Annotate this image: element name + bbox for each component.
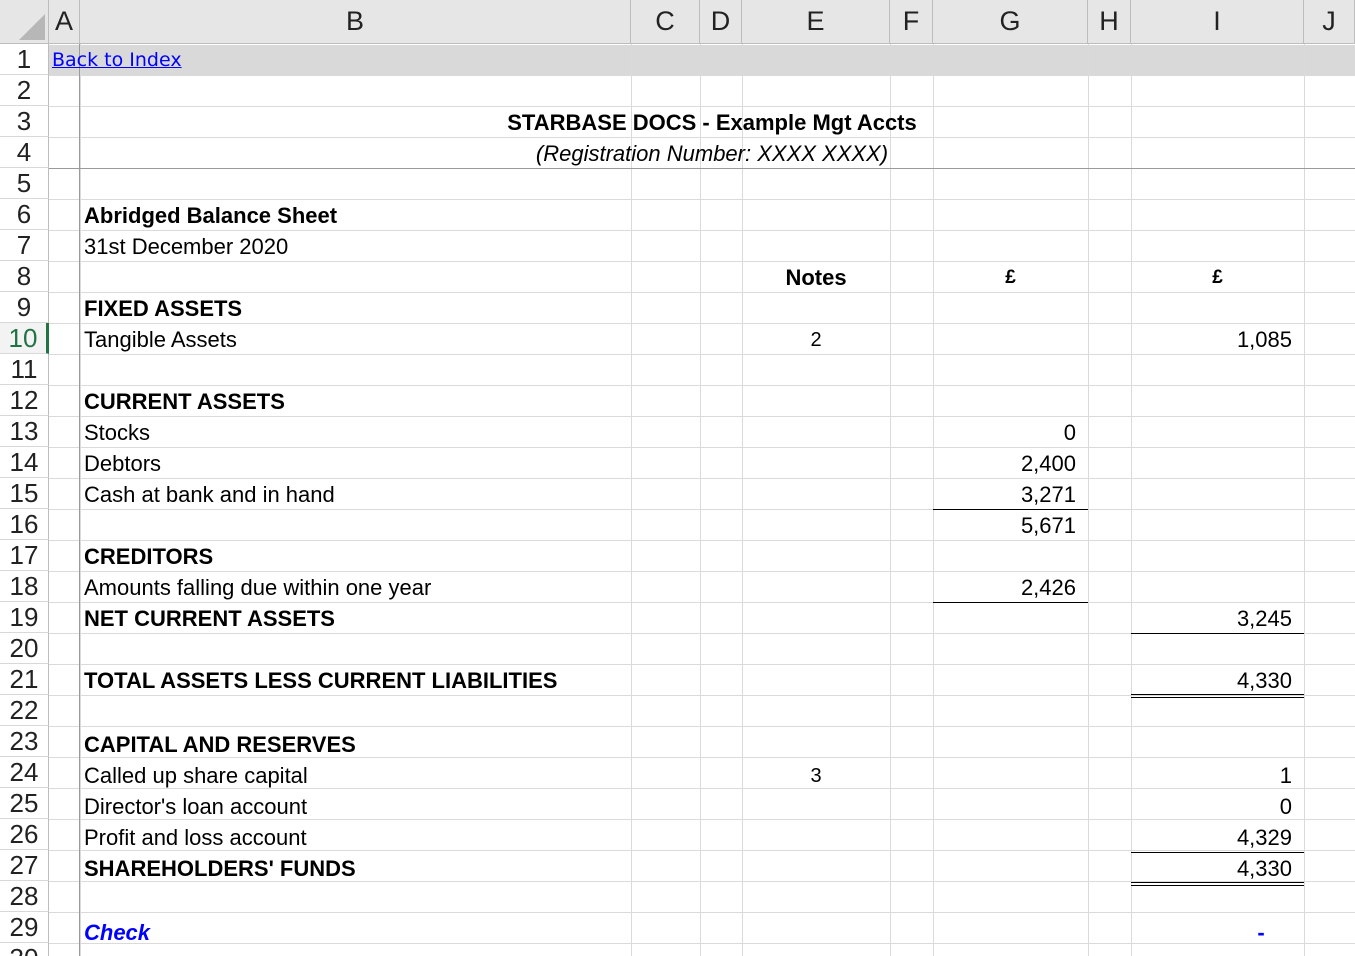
row-header-6[interactable]: 6 xyxy=(0,199,49,230)
row-header-23[interactable]: 23 xyxy=(0,726,49,757)
check-label: Check xyxy=(84,920,151,945)
profit-loss-label: Profit and loss account xyxy=(84,825,307,850)
grid-row-line xyxy=(49,447,1355,448)
tangible-assets-note: 2 xyxy=(810,329,822,351)
row-header-19[interactable]: 19 xyxy=(0,602,49,633)
tangible-assets-value: 1,085 xyxy=(1236,327,1292,352)
row-header-24[interactable]: 24 xyxy=(0,757,49,788)
column-header-e[interactable]: E xyxy=(742,0,890,44)
row-header-9[interactable]: 9 xyxy=(0,292,49,323)
debtors-value: 2,400 xyxy=(1020,451,1076,476)
freeze-pane-vertical xyxy=(79,44,80,956)
column-header-d[interactable]: D xyxy=(700,0,742,44)
net-current-assets-label: NET CURRENT ASSETS xyxy=(84,606,335,631)
share-capital-note: 3 xyxy=(810,765,822,787)
spreadsheet: A B C D E F G H I J 1 2 3 4 5 6 7 8 9 10 11 12 13 14 1… xyxy=(0,0,1355,956)
row-header-1[interactable]: 1 xyxy=(0,44,49,75)
column-header-c[interactable]: C xyxy=(631,0,700,44)
row-header-21[interactable]: 21 xyxy=(0,664,49,695)
row-header-26[interactable]: 26 xyxy=(0,819,49,850)
row-header-28[interactable]: 28 xyxy=(0,881,49,912)
grid-row-line xyxy=(49,75,1355,76)
net-current-assets-value: 3,245 xyxy=(1236,606,1292,631)
debtors-label: Debtors xyxy=(84,451,162,476)
column-header-b[interactable]: B xyxy=(80,0,631,44)
share-capital-label: Called up share capital xyxy=(84,763,308,788)
row-header-15[interactable]: 15 xyxy=(0,478,49,509)
sheet-title: Abridged Balance Sheet xyxy=(84,203,338,228)
profit-loss-value: 4,329 xyxy=(1236,825,1292,850)
cash-value: 3,271 xyxy=(1020,482,1076,507)
amounts-due-value: 2,426 xyxy=(1020,575,1076,600)
row-header-2[interactable]: 2 xyxy=(0,75,49,106)
grid-row-line xyxy=(49,912,1355,913)
column-header-j[interactable]: J xyxy=(1304,0,1355,44)
row-header-22[interactable]: 22 xyxy=(0,695,49,726)
currency-header-i: £ xyxy=(1212,267,1223,288)
row-header-20[interactable]: 20 xyxy=(0,633,49,664)
row-header-4[interactable]: 4 xyxy=(0,137,49,168)
stocks-value: 0 xyxy=(1063,420,1076,445)
row-header-13[interactable]: 13 xyxy=(0,416,49,447)
tangible-assets-label: Tangible Assets xyxy=(84,327,237,352)
grid-row-line xyxy=(49,726,1355,727)
row-header-17[interactable]: 17 xyxy=(0,540,49,571)
row-header-11[interactable]: 11 xyxy=(0,354,49,385)
row-header-12[interactable]: 12 xyxy=(0,385,49,416)
check-value: - xyxy=(1257,920,1265,945)
row-header-3[interactable]: 3 xyxy=(0,106,49,137)
column-header-g[interactable]: G xyxy=(933,0,1088,44)
current-assets-total: 5,671 xyxy=(1020,513,1076,538)
net-current-assets-line xyxy=(1131,633,1304,634)
row-header-10[interactable]: 10 xyxy=(0,323,49,354)
stocks-label: Stocks xyxy=(84,420,151,445)
row-header-5[interactable]: 5 xyxy=(0,168,49,199)
total-assets-label: TOTAL ASSETS LESS CURRENT LIABILITIES xyxy=(84,668,558,693)
total-assets-value: 4,330 xyxy=(1236,668,1292,693)
row-header-14[interactable]: 14 xyxy=(0,447,49,478)
row-header-29[interactable]: 29 xyxy=(0,912,49,943)
registration-number: (Registration Number: XXXX XXXX) xyxy=(535,141,889,166)
fixed-assets-heading: FIXED ASSETS xyxy=(84,296,243,321)
capital-reserves-heading: CAPITAL AND RESERVES xyxy=(84,732,356,757)
column-header-h[interactable]: H xyxy=(1088,0,1131,44)
select-all-corner[interactable] xyxy=(0,0,49,44)
row-header-27[interactable]: 27 xyxy=(0,850,49,881)
cash-label: Cash at bank and in hand xyxy=(84,482,335,507)
column-header-i[interactable]: I xyxy=(1131,0,1304,44)
creditors-line xyxy=(933,602,1088,603)
currency-header-g: £ xyxy=(1005,267,1016,288)
shareholders-funds-label: SHAREHOLDERS' FUNDS xyxy=(84,856,356,881)
share-capital-value: 1 xyxy=(1279,763,1292,788)
row-header-16[interactable]: 16 xyxy=(0,509,49,540)
row-header-7[interactable]: 7 xyxy=(0,230,49,261)
shareholders-funds-value: 4,330 xyxy=(1236,856,1292,881)
grid-row-line xyxy=(49,540,1355,541)
shareholders-funds-double-line xyxy=(1131,882,1304,886)
back-to-index-link[interactable]: Back to Index xyxy=(52,45,182,76)
row-header-8[interactable]: 8 xyxy=(0,261,49,292)
notes-header: Notes xyxy=(785,265,847,290)
column-header-a[interactable]: A xyxy=(49,0,80,44)
sheet-date: 31st December 2020 xyxy=(84,234,289,259)
row-header-25[interactable]: 25 xyxy=(0,788,49,819)
total-assets-double-line xyxy=(1131,694,1304,698)
directors-loan-label: Director's loan account xyxy=(84,794,308,819)
creditors-heading: CREDITORS xyxy=(84,544,214,569)
row-header-18[interactable]: 18 xyxy=(0,571,49,602)
company-title: STARBASE DOCS - Example Mgt Accts xyxy=(507,110,917,135)
row-1-band xyxy=(49,45,1355,76)
current-assets-heading: CURRENT ASSETS xyxy=(84,389,285,414)
amounts-due-label: Amounts falling due within one year xyxy=(84,575,432,600)
directors-loan-value: 0 xyxy=(1279,794,1292,819)
column-header-f[interactable]: F xyxy=(890,0,933,44)
row-header-30[interactable]: 30 xyxy=(0,943,49,956)
